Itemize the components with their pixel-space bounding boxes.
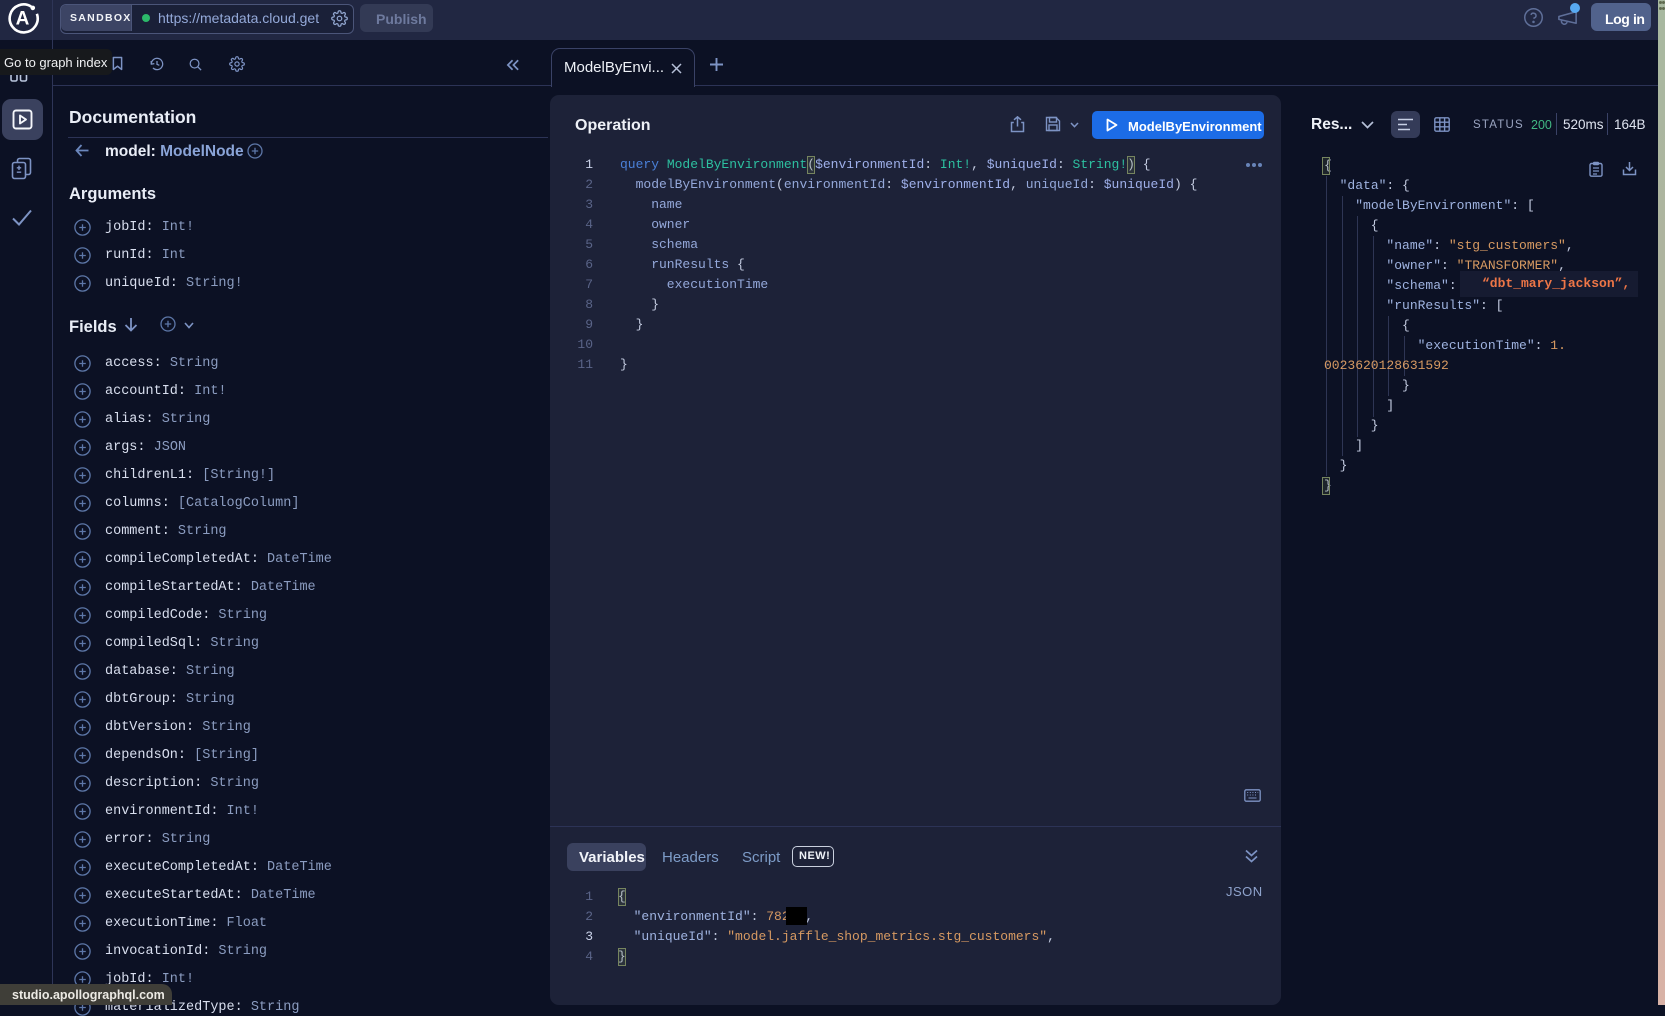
svg-text:A: A [16,9,30,30]
